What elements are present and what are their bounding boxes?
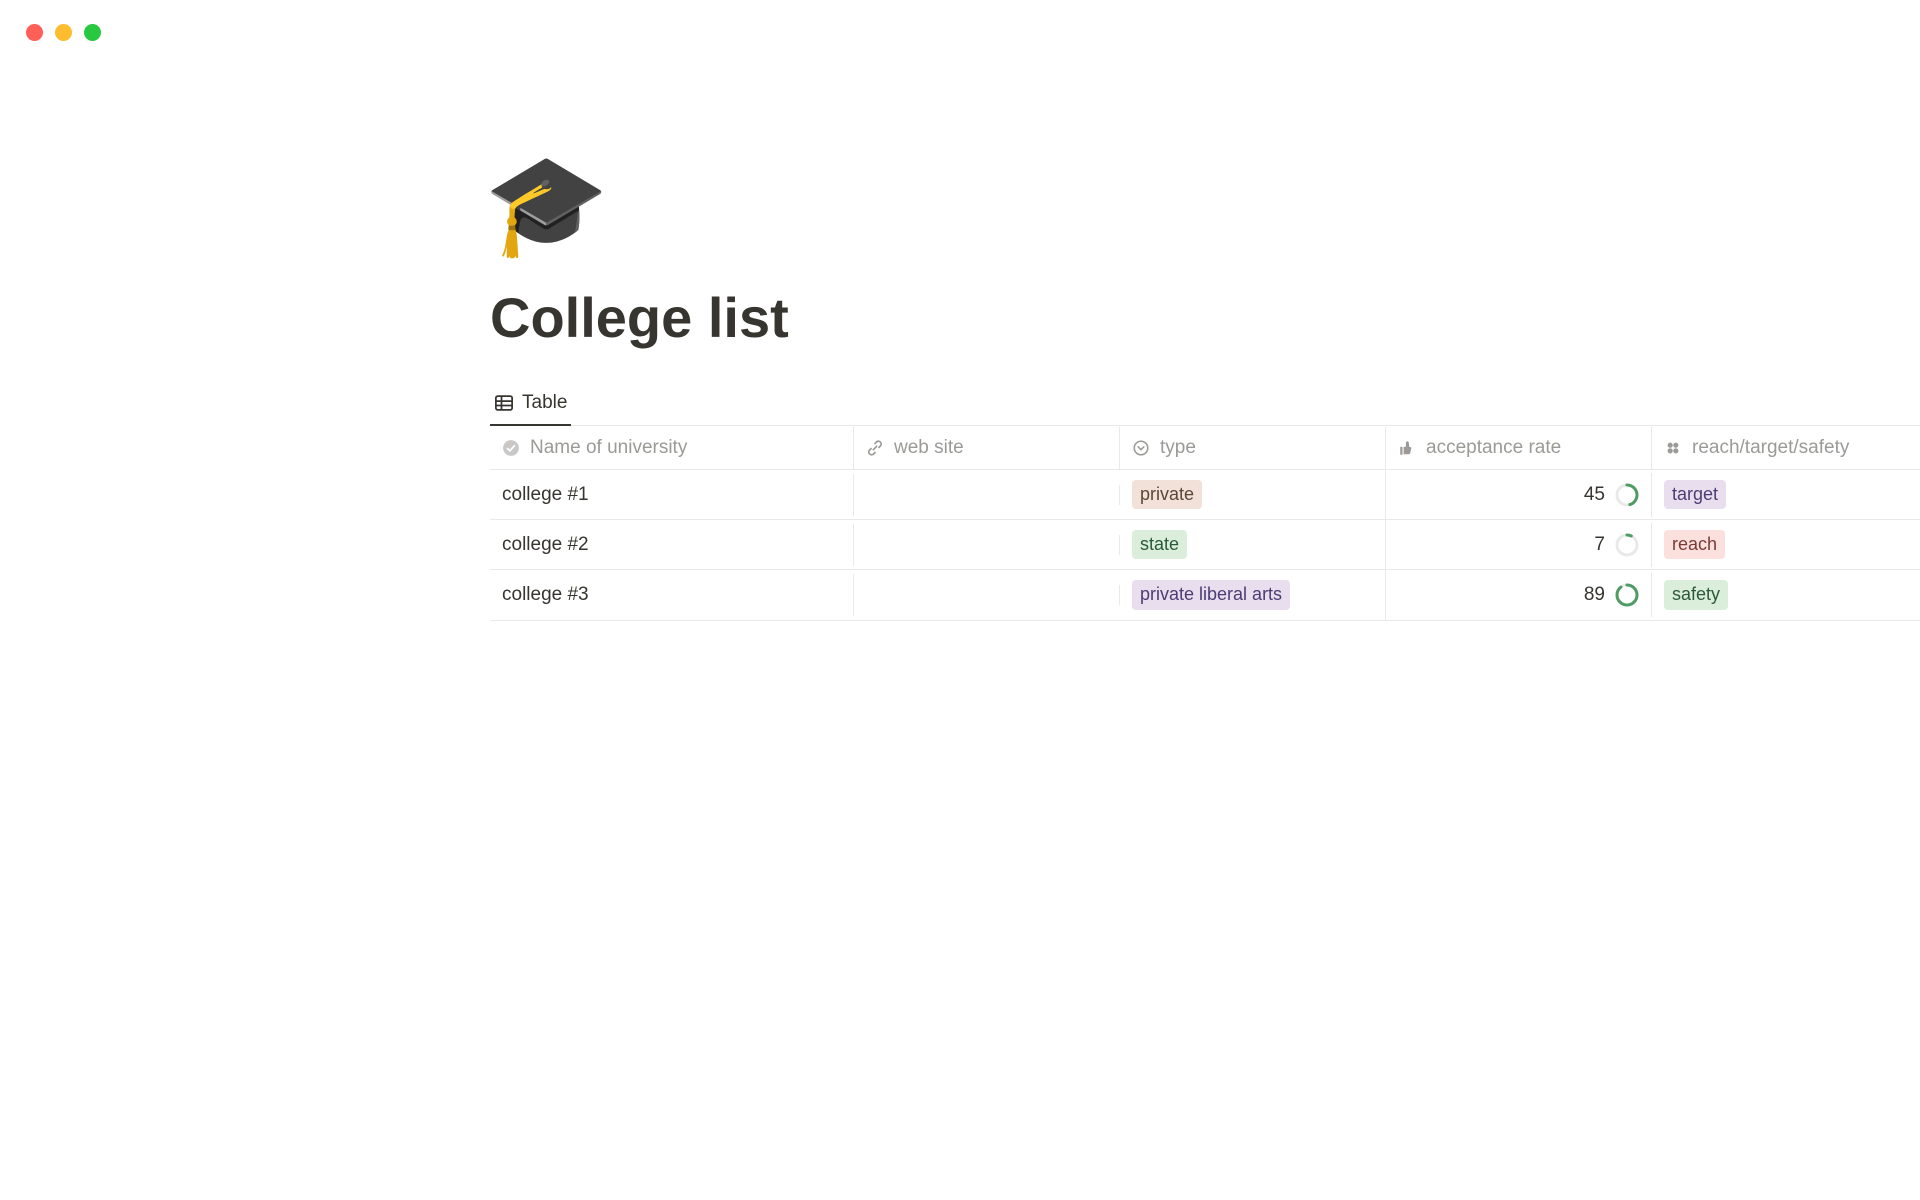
column-header-label: reach/target/safety bbox=[1692, 437, 1849, 459]
progress-ring-icon bbox=[1615, 483, 1639, 507]
rate-value: 89 bbox=[1584, 584, 1605, 606]
type-tag: private bbox=[1132, 480, 1202, 509]
cell-name[interactable]: college #2 bbox=[490, 524, 854, 566]
page-title[interactable]: College list bbox=[490, 285, 1920, 350]
cell-name[interactable]: college #1 bbox=[490, 474, 854, 516]
table-row[interactable]: college #1 private 45 target bbox=[490, 470, 1920, 520]
cell-rate[interactable]: 7 bbox=[1386, 523, 1652, 567]
cell-type[interactable]: private bbox=[1120, 470, 1386, 519]
column-header-rts[interactable]: reach/target/safety bbox=[1652, 427, 1912, 469]
table-header-row: Name of university web site type accepta… bbox=[490, 426, 1920, 470]
rts-tag: reach bbox=[1664, 530, 1725, 559]
column-header-label: Name of university bbox=[530, 437, 687, 459]
page-content: 🎓 College list Table Name of university bbox=[490, 155, 1920, 621]
cell-type[interactable]: state bbox=[1120, 520, 1386, 569]
cell-rate[interactable]: 89 bbox=[1386, 573, 1652, 617]
link-icon bbox=[866, 438, 886, 458]
cell-rts[interactable]: reach bbox=[1652, 520, 1912, 569]
rate-value: 45 bbox=[1584, 484, 1605, 506]
thumbs-up-icon bbox=[1398, 438, 1418, 458]
progress-ring-icon bbox=[1615, 583, 1639, 607]
cell-rts[interactable]: safety bbox=[1652, 570, 1912, 619]
table-row[interactable]: college #3 private liberal arts 89 safet… bbox=[490, 570, 1920, 620]
window-traffic-lights bbox=[26, 24, 101, 41]
column-header-type[interactable]: type bbox=[1120, 427, 1386, 469]
cell-website[interactable] bbox=[854, 585, 1120, 605]
cell-text: college #3 bbox=[502, 584, 589, 606]
column-header-label: acceptance rate bbox=[1426, 437, 1561, 459]
cell-website[interactable] bbox=[854, 485, 1120, 505]
table-row[interactable]: college #2 state 7 reach bbox=[490, 520, 1920, 570]
cell-type[interactable]: private liberal arts bbox=[1120, 570, 1386, 619]
tab-table[interactable]: Table bbox=[490, 384, 571, 426]
column-header-label: type bbox=[1160, 437, 1196, 459]
clover-icon bbox=[1664, 438, 1684, 458]
column-header-website[interactable]: web site bbox=[854, 427, 1120, 469]
progress-ring-icon bbox=[1615, 533, 1639, 557]
page-icon[interactable]: 🎓 bbox=[484, 155, 1920, 255]
cell-rts[interactable]: target bbox=[1652, 470, 1912, 519]
rts-tag: safety bbox=[1664, 580, 1728, 609]
cell-rate[interactable]: 45 bbox=[1386, 473, 1652, 517]
table-icon bbox=[494, 393, 514, 413]
column-header-rate[interactable]: acceptance rate bbox=[1386, 427, 1652, 469]
column-header-label: web site bbox=[894, 437, 964, 459]
database-table: Name of university web site type accepta… bbox=[490, 426, 1920, 621]
close-window-button[interactable] bbox=[26, 24, 43, 41]
column-header-name[interactable]: Name of university bbox=[490, 427, 854, 469]
rate-value: 7 bbox=[1594, 534, 1605, 556]
title-icon bbox=[502, 438, 522, 458]
type-tag: private liberal arts bbox=[1132, 580, 1290, 609]
cell-text: college #2 bbox=[502, 534, 589, 556]
fullscreen-window-button[interactable] bbox=[84, 24, 101, 41]
minimize-window-button[interactable] bbox=[55, 24, 72, 41]
cell-name[interactable]: college #3 bbox=[490, 574, 854, 616]
rts-tag: target bbox=[1664, 480, 1726, 509]
select-icon bbox=[1132, 438, 1152, 458]
cell-text: college #1 bbox=[502, 484, 589, 506]
type-tag: state bbox=[1132, 530, 1187, 559]
tab-label: Table bbox=[522, 392, 567, 414]
cell-website[interactable] bbox=[854, 535, 1120, 555]
view-tabs: Table bbox=[490, 384, 1920, 426]
